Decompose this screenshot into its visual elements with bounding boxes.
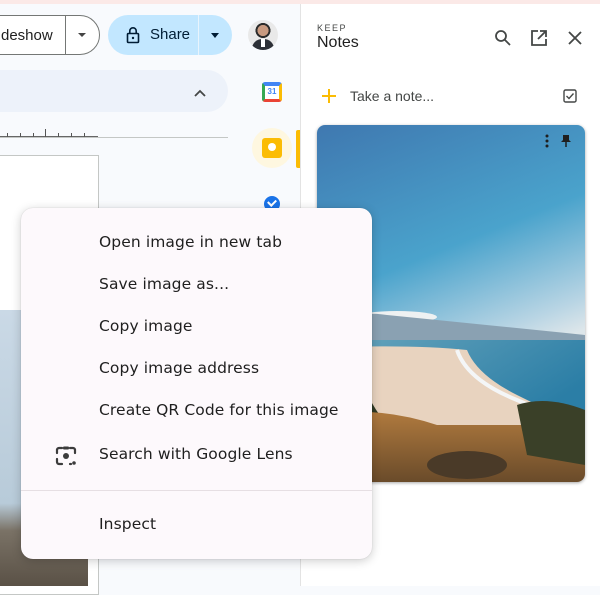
keep-app-label: KEEP — [317, 23, 348, 33]
menu-item-label: Create QR Code for this image — [99, 401, 339, 419]
pin-icon[interactable] — [561, 134, 571, 153]
ruler-tick — [45, 129, 46, 137]
menu-item-save-image-as[interactable]: Save image as... — [21, 264, 372, 306]
slideshow-divider — [65, 16, 66, 54]
slideshow-label: deshow — [1, 27, 53, 44]
slideshow-dropdown-icon[interactable] — [78, 33, 86, 37]
open-in-new-icon[interactable] — [529, 28, 549, 48]
menu-item-open-image-new-tab[interactable]: Open image in new tab — [21, 222, 372, 264]
menu-item-copy-image[interactable]: Copy image — [21, 306, 372, 348]
menu-item-copy-image-address[interactable]: Copy image address — [21, 348, 372, 390]
ruler-tick — [58, 133, 59, 137]
ruler-tick — [71, 133, 72, 137]
menu-item-label: Search with Google Lens — [99, 445, 293, 463]
close-icon[interactable] — [565, 28, 585, 48]
collapse-toolbar-icon[interactable] — [194, 84, 206, 102]
ruler-tick — [84, 133, 85, 137]
share-button[interactable]: Share — [108, 15, 232, 55]
keep-icon[interactable] — [262, 138, 282, 158]
ruler-tick — [7, 133, 8, 137]
menu-item-search-google-lens[interactable]: Search with Google Lens — [21, 434, 372, 476]
menu-item-inspect[interactable]: Inspect — [21, 504, 372, 546]
context-menu: Open image in new tab Save image as... C… — [21, 208, 372, 559]
keep-panel-title: Notes — [317, 34, 359, 51]
formatting-toolbar — [0, 70, 228, 112]
calendar-icon[interactable]: 31 — [262, 82, 282, 102]
menu-item-label: Copy image address — [99, 359, 260, 377]
plus-icon — [321, 88, 337, 109]
search-icon[interactable] — [493, 28, 513, 48]
more-options-icon[interactable] — [545, 134, 549, 153]
ruler — [0, 137, 228, 138]
google-lens-icon — [55, 446, 77, 471]
menu-item-label: Inspect — [99, 515, 157, 533]
take-note-placeholder: Take a note... — [350, 88, 435, 104]
share-divider — [198, 15, 199, 55]
ruler-scale — [0, 129, 98, 137]
slideshow-button[interactable]: deshow — [0, 15, 100, 55]
new-list-checkbox-icon[interactable] — [563, 89, 577, 108]
share-label: Share — [150, 26, 191, 43]
menu-item-create-qr-code[interactable]: Create QR Code for this image — [21, 390, 372, 432]
menu-item-label: Copy image — [99, 317, 193, 335]
ruler-tick — [20, 133, 21, 137]
menu-divider — [21, 490, 372, 491]
lock-icon — [126, 26, 140, 49]
menu-item-label: Open image in new tab — [99, 233, 283, 251]
menu-item-label: Save image as... — [99, 275, 230, 293]
share-dropdown-icon[interactable] — [211, 33, 219, 38]
ruler-tick — [33, 133, 34, 137]
take-note-input[interactable]: Take a note... — [317, 82, 585, 110]
